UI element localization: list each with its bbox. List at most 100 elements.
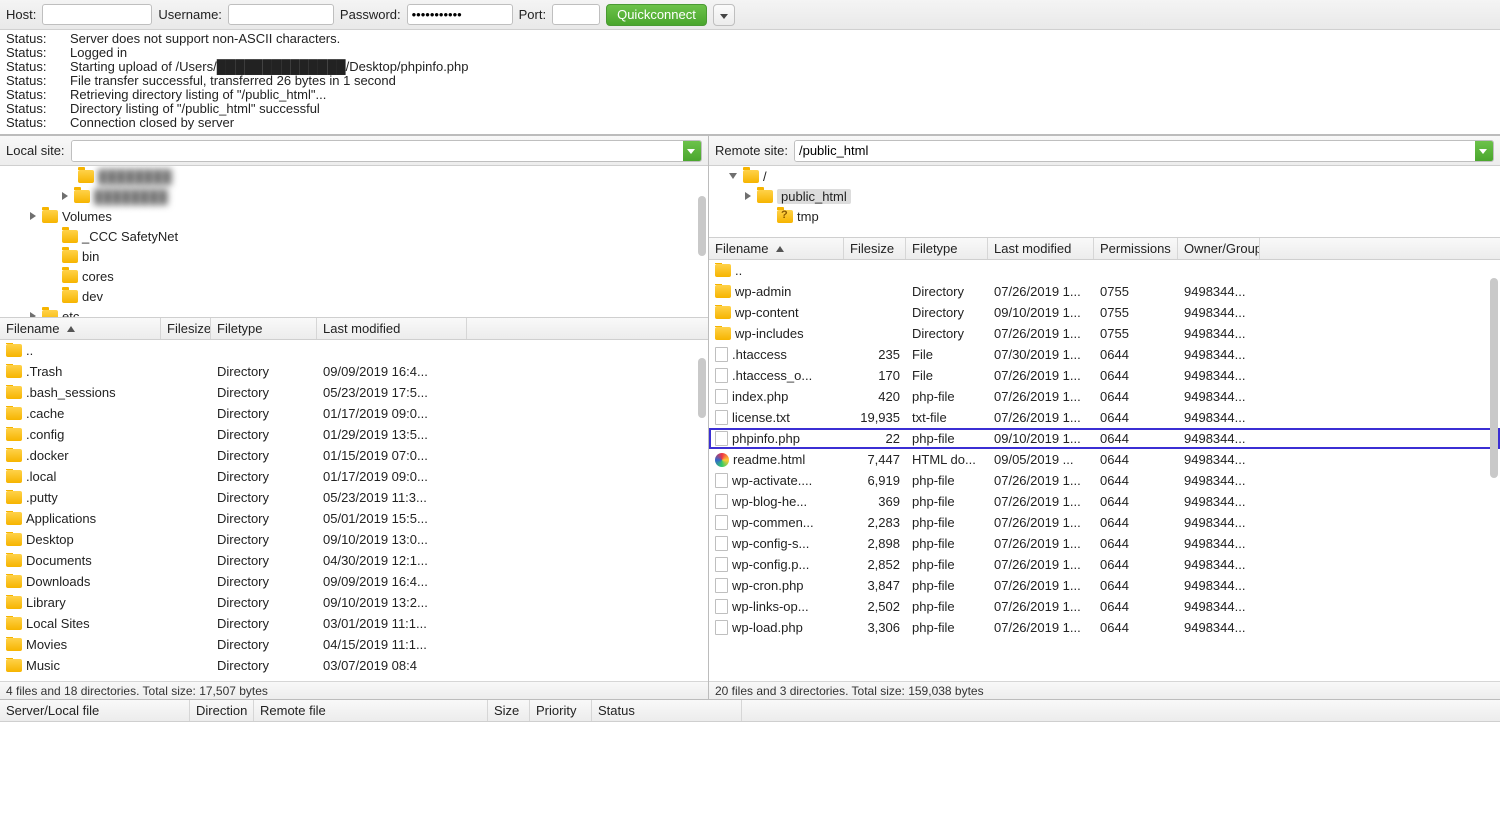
tree-item[interactable]: bin xyxy=(0,246,708,266)
col-remote-file[interactable]: Remote file xyxy=(254,700,488,721)
disclosure-triangle-icon[interactable] xyxy=(745,192,751,200)
col-owner[interactable]: Owner/Group xyxy=(1178,238,1260,259)
list-row[interactable]: wp-config.p...2,852php-file07/26/2019 1.… xyxy=(709,554,1500,575)
status-log[interactable]: Status:Server does not support non-ASCII… xyxy=(0,30,1500,135)
host-input[interactable] xyxy=(42,4,152,25)
disclosure-triangle-icon[interactable] xyxy=(46,271,56,281)
list-row[interactable]: .bash_sessionsDirectory05/23/2019 17:5..… xyxy=(0,382,708,403)
col-priority[interactable]: Priority xyxy=(530,700,592,721)
list-row[interactable]: .dockerDirectory01/15/2019 07:0... xyxy=(0,445,708,466)
disclosure-triangle-icon[interactable] xyxy=(46,251,56,261)
list-row[interactable]: DocumentsDirectory04/30/2019 12:1... xyxy=(0,550,708,571)
col-filename[interactable]: Filename xyxy=(709,238,844,259)
tree-item[interactable]: etc xyxy=(0,306,708,318)
scrollbar[interactable] xyxy=(1490,278,1498,478)
scrollbar[interactable] xyxy=(698,358,706,418)
col-permissions[interactable]: Permissions xyxy=(1094,238,1178,259)
list-row[interactable]: wp-contentDirectory09/10/2019 1...075594… xyxy=(709,302,1500,323)
col-server-local[interactable]: Server/Local file xyxy=(0,700,190,721)
disclosure-triangle-icon[interactable] xyxy=(729,173,737,179)
list-row[interactable]: wp-adminDirectory07/26/2019 1...07559498… xyxy=(709,281,1500,302)
list-row[interactable]: wp-load.php3,306php-file07/26/2019 1...0… xyxy=(709,617,1500,638)
list-row[interactable]: wp-cron.php3,847php-file07/26/2019 1...0… xyxy=(709,575,1500,596)
list-row[interactable]: wp-commen...2,283php-file07/26/2019 1...… xyxy=(709,512,1500,533)
col-filesize[interactable]: Filesize xyxy=(161,318,211,339)
local-list-header[interactable]: Filename Filesize Filetype Last modified xyxy=(0,318,708,340)
tree-item[interactable]: cores xyxy=(0,266,708,286)
col-filetype[interactable]: Filetype xyxy=(211,318,317,339)
list-row[interactable]: wp-includesDirectory07/26/2019 1...07559… xyxy=(709,323,1500,344)
col-status[interactable]: Status xyxy=(592,700,742,721)
username-input[interactable] xyxy=(228,4,334,25)
tree-item[interactable]: ████████ xyxy=(0,186,708,206)
local-file-list[interactable]: Filename Filesize Filetype Last modified… xyxy=(0,318,708,681)
cell-filesize: 2,283 xyxy=(844,515,906,530)
disclosure-triangle-icon[interactable] xyxy=(46,231,56,241)
col-lastmod[interactable]: Last modified xyxy=(317,318,467,339)
col-filename[interactable]: Filename xyxy=(0,318,161,339)
remote-path-input[interactable] xyxy=(795,141,1475,161)
list-row[interactable]: .TrashDirectory09/09/2019 16:4... xyxy=(0,361,708,382)
local-path-combo[interactable] xyxy=(71,140,702,162)
list-row[interactable]: DownloadsDirectory09/09/2019 16:4... xyxy=(0,571,708,592)
tree-item[interactable]: dev xyxy=(0,286,708,306)
tree-item[interactable]: public_html xyxy=(709,186,1500,206)
col-direction[interactable]: Direction xyxy=(190,700,254,721)
list-row[interactable]: license.txt19,935txt-file07/26/2019 1...… xyxy=(709,407,1500,428)
tree-item[interactable]: / xyxy=(709,166,1500,186)
chevron-down-icon[interactable] xyxy=(1475,141,1493,161)
col-filetype[interactable]: Filetype xyxy=(906,238,988,259)
list-row[interactable]: .configDirectory01/29/2019 13:5... xyxy=(0,424,708,445)
list-row[interactable]: .. xyxy=(709,260,1500,281)
remote-tree[interactable]: /public_htmltmp xyxy=(709,166,1500,238)
list-row[interactable]: .cacheDirectory01/17/2019 09:0... xyxy=(0,403,708,424)
cell-filename: wp-config.p... xyxy=(709,557,844,572)
cell-filetype: txt-file xyxy=(906,410,988,425)
list-row[interactable]: index.php420php-file07/26/2019 1...06449… xyxy=(709,386,1500,407)
remote-file-list[interactable]: Filename Filesize Filetype Last modified… xyxy=(709,238,1500,681)
list-row[interactable]: Local SitesDirectory03/01/2019 11:1... xyxy=(0,613,708,634)
queue-header[interactable]: Server/Local file Direction Remote file … xyxy=(0,700,1500,722)
col-lastmod[interactable]: Last modified xyxy=(988,238,1094,259)
tree-item[interactable]: _CCC SafetyNet xyxy=(0,226,708,246)
list-row[interactable]: .htaccess_o...170File07/26/2019 1...0644… xyxy=(709,365,1500,386)
tree-item[interactable]: tmp xyxy=(709,206,1500,226)
disclosure-triangle-icon[interactable] xyxy=(62,192,68,200)
cell-filetype: Directory xyxy=(211,574,317,589)
col-filesize[interactable]: Filesize xyxy=(844,238,906,259)
disclosure-triangle-icon[interactable] xyxy=(761,211,771,221)
remote-path-combo[interactable] xyxy=(794,140,1494,162)
quickconnect-button[interactable]: Quickconnect xyxy=(606,4,707,26)
disclosure-triangle-icon[interactable] xyxy=(46,291,56,301)
list-row[interactable]: ApplicationsDirectory05/01/2019 15:5... xyxy=(0,508,708,529)
list-row[interactable]: wp-activate....6,919php-file07/26/2019 1… xyxy=(709,470,1500,491)
list-row[interactable]: .htaccess235File07/30/2019 1...064494983… xyxy=(709,344,1500,365)
list-row[interactable]: .. xyxy=(0,340,708,361)
list-row[interactable]: .puttyDirectory05/23/2019 11:3... xyxy=(0,487,708,508)
password-input[interactable] xyxy=(407,4,513,25)
list-row[interactable]: wp-links-op...2,502php-file07/26/2019 1.… xyxy=(709,596,1500,617)
folder-icon xyxy=(62,230,78,243)
tree-item[interactable]: Volumes xyxy=(0,206,708,226)
list-row[interactable]: wp-config-s...2,898php-file07/26/2019 1.… xyxy=(709,533,1500,554)
local-path-input[interactable] xyxy=(72,141,683,161)
list-row[interactable]: MusicDirectory03/07/2019 08:4 xyxy=(0,655,708,676)
disclosure-triangle-icon[interactable] xyxy=(30,212,36,220)
list-row[interactable]: DesktopDirectory09/10/2019 13:0... xyxy=(0,529,708,550)
col-size[interactable]: Size xyxy=(488,700,530,721)
port-input[interactable] xyxy=(552,4,600,25)
list-row[interactable]: phpinfo.php22php-file09/10/2019 1...0644… xyxy=(709,428,1500,449)
list-row[interactable]: .localDirectory01/17/2019 09:0... xyxy=(0,466,708,487)
list-row[interactable]: MoviesDirectory04/15/2019 11:1... xyxy=(0,634,708,655)
list-row[interactable]: readme.html7,447HTML do...09/05/2019 ...… xyxy=(709,449,1500,470)
list-row[interactable]: LibraryDirectory09/10/2019 13:2... xyxy=(0,592,708,613)
local-tree[interactable]: ████████████████Volumes_CCC SafetyNetbin… xyxy=(0,166,708,318)
chevron-down-icon[interactable] xyxy=(683,141,701,161)
remote-list-header[interactable]: Filename Filesize Filetype Last modified… xyxy=(709,238,1500,260)
tree-item[interactable]: ████████ xyxy=(0,166,708,186)
disclosure-triangle-icon[interactable] xyxy=(62,171,72,181)
quickconnect-history-dropdown[interactable] xyxy=(713,4,735,26)
scrollbar[interactable] xyxy=(698,196,706,256)
transfer-queue[interactable]: Server/Local file Direction Remote file … xyxy=(0,700,1500,802)
list-row[interactable]: wp-blog-he...369php-file07/26/2019 1...0… xyxy=(709,491,1500,512)
